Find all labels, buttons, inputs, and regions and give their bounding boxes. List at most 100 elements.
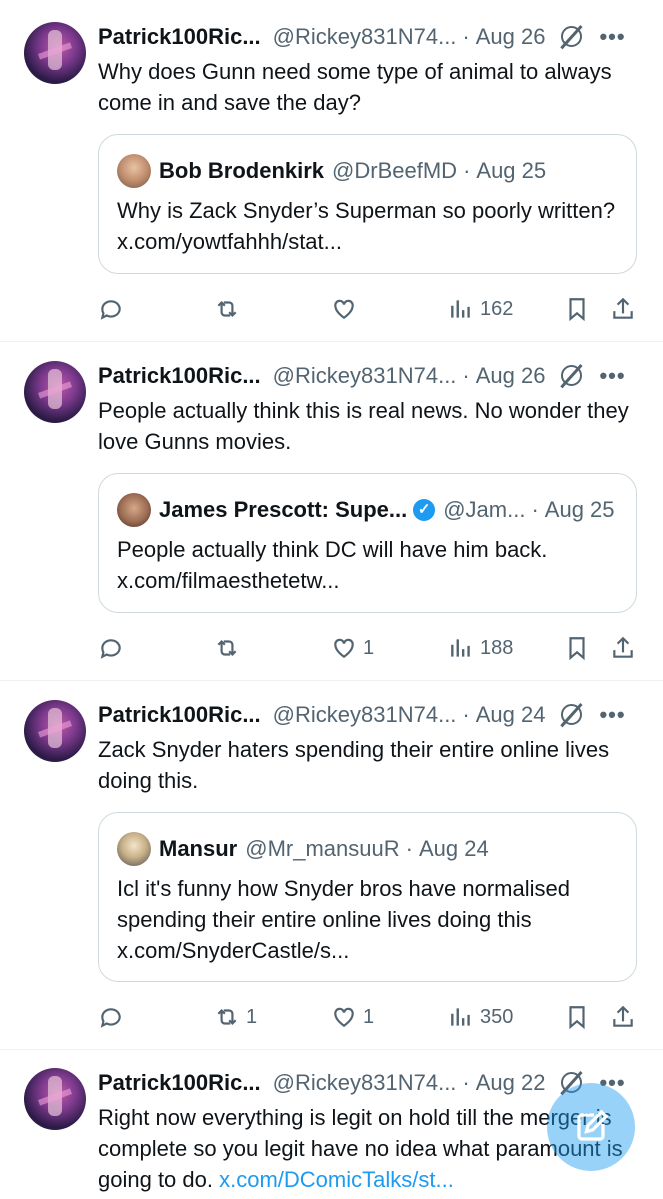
like-icon (334, 299, 354, 319)
separator-dot: · (531, 497, 539, 522)
reply-button[interactable] (98, 292, 130, 326)
author-name[interactable]: Patrick100Ric... (98, 702, 261, 728)
like-count: 1 (363, 636, 375, 659)
avatar[interactable] (24, 361, 86, 423)
author-name[interactable]: Patrick100Ric... (98, 363, 261, 389)
tweet-text-content: Why does Gunn need some type of animal t… (98, 59, 612, 115)
quote-date: Aug 24 (418, 836, 489, 861)
bookmark-icon (569, 637, 585, 661)
view-count: 162 (480, 297, 514, 320)
like-icon (334, 1007, 354, 1027)
separator-dot: · (405, 836, 413, 861)
tweet-header: Patrick100Ric... @Rickey831N74... · Aug … (98, 22, 643, 52)
like-icon (334, 638, 354, 658)
tweet-text: Why does Gunn need some type of animal t… (98, 56, 639, 118)
share-button[interactable] (610, 1000, 636, 1034)
quoted-tweet[interactable]: James Prescott: Supe... ✓ @Jam... · Aug … (98, 473, 637, 613)
tweet-text: Zack Snyder haters spending their entire… (98, 734, 639, 796)
share-icon (613, 636, 633, 658)
quote-header: Bob Brodenkirk @DrBeefMD · Aug 25 (117, 154, 547, 188)
author-handle[interactable]: @Rickey831N74... (273, 1070, 457, 1096)
tweet-date[interactable]: Aug 26 (476, 363, 546, 389)
author-handle[interactable]: @Rickey831N74... (273, 363, 457, 389)
tweet-text-content: People actually think this is real news.… (98, 398, 629, 454)
quote-text: People actually think DC will have him b… (117, 537, 548, 593)
views-button[interactable]: 350 (448, 1000, 513, 1034)
view-count: 350 (480, 1005, 514, 1028)
reply-button[interactable] (98, 631, 130, 665)
like-button[interactable]: 1 (331, 631, 374, 665)
tweet-date[interactable]: Aug 24 (476, 702, 546, 728)
quote-author-name: Mansur (159, 836, 238, 861)
views-button[interactable]: 162 (448, 292, 513, 326)
tweet[interactable]: Patrick100Ric... @Rickey831N74... · Aug … (0, 681, 663, 1050)
repost-button[interactable] (214, 292, 246, 326)
tweet-date[interactable]: Aug 26 (476, 24, 546, 50)
share-button[interactable] (610, 292, 636, 326)
share-button[interactable] (610, 631, 636, 665)
avatar (117, 493, 151, 527)
quote-author-handle: @Mr_mansuuR (245, 836, 400, 861)
author-name[interactable]: Patrick100Ric... (98, 24, 261, 50)
quote-author-name: Bob Brodenkirk (159, 158, 325, 183)
repost-icon (217, 639, 237, 657)
repost-icon (217, 1008, 237, 1026)
avatar (117, 832, 151, 866)
tweet[interactable]: Patrick100Ric... @Rickey831N74... · Aug … (0, 342, 663, 681)
more-icon[interactable]: ••• (599, 704, 625, 726)
reply-icon (100, 300, 121, 320)
quote-date: Aug 25 (476, 158, 547, 183)
more-icon[interactable]: ••• (599, 365, 625, 387)
grok-icon[interactable] (559, 702, 585, 728)
compose-button[interactable] (547, 1083, 635, 1171)
more-icon[interactable]: ••• (599, 26, 625, 48)
quote-header: Mansur @Mr_mansuuR · Aug 24 (117, 832, 489, 866)
bookmark-button[interactable] (564, 292, 590, 326)
author-handle[interactable]: @Rickey831N74... (273, 702, 457, 728)
separator-dot: · (463, 158, 471, 183)
views-button[interactable]: 188 (448, 631, 513, 665)
quote-author-handle: @Jam... (443, 497, 526, 522)
quote-header: James Prescott: Supe... ✓ @Jam... · Aug … (117, 493, 615, 527)
grok-icon[interactable] (559, 363, 585, 389)
tweet-date[interactable]: Aug 22 (476, 1070, 546, 1096)
like-button[interactable]: 1 (331, 1000, 374, 1034)
separator-dot: · (462, 363, 470, 388)
separator-dot: · (462, 1070, 470, 1095)
avatar (117, 154, 151, 188)
tweet[interactable]: Patrick100Ric... @Rickey831N74... · Aug … (0, 0, 663, 342)
author-name[interactable]: Patrick100Ric... (98, 1070, 261, 1096)
repost-count: 1 (246, 1005, 258, 1028)
verified-icon: ✓ (413, 499, 436, 521)
like-count: 1 (363, 1005, 375, 1028)
avatar[interactable] (24, 22, 86, 84)
quote-date: Aug 25 (544, 497, 615, 522)
action-bar: 1 188 (98, 631, 643, 665)
quoted-tweet[interactable]: Mansur @Mr_mansuuR · Aug 24 Icl it's fun… (98, 812, 637, 982)
quote-author-handle: @DrBeefMD (332, 158, 458, 183)
quote-text: Why is Zack Snyder’s Superman so poorly … (117, 198, 616, 254)
action-bar: 1 1 350 (98, 1000, 643, 1034)
views-icon (451, 300, 470, 318)
tweet-header: Patrick100Ric... @Rickey831N74... · Aug … (98, 361, 643, 391)
repost-button[interactable] (214, 631, 246, 665)
tweet-header: Patrick100Ric... @Rickey831N74... · Aug … (98, 700, 643, 730)
bookmark-button[interactable] (564, 1000, 590, 1034)
grok-icon[interactable] (559, 24, 585, 50)
reply-button[interactable] (98, 1000, 130, 1034)
quoted-tweet[interactable]: Bob Brodenkirk @DrBeefMD · Aug 25 Why is… (98, 134, 637, 274)
author-handle[interactable]: @Rickey831N74... (273, 24, 457, 50)
like-button[interactable] (331, 292, 363, 326)
bookmark-icon (569, 298, 585, 322)
tweet-text: People actually think this is real news.… (98, 395, 639, 457)
views-icon (451, 1008, 470, 1026)
avatar[interactable] (24, 1068, 86, 1130)
repost-icon (217, 300, 237, 318)
repost-button[interactable]: 1 (214, 1000, 257, 1034)
avatar[interactable] (24, 700, 86, 762)
quote-author-name: James Prescott: Supe... (159, 497, 408, 522)
bookmark-button[interactable] (564, 631, 590, 665)
tweet-link[interactable]: x.com/DComicTalks/st... (219, 1167, 454, 1192)
share-icon (613, 297, 633, 319)
separator-dot: · (462, 24, 470, 49)
